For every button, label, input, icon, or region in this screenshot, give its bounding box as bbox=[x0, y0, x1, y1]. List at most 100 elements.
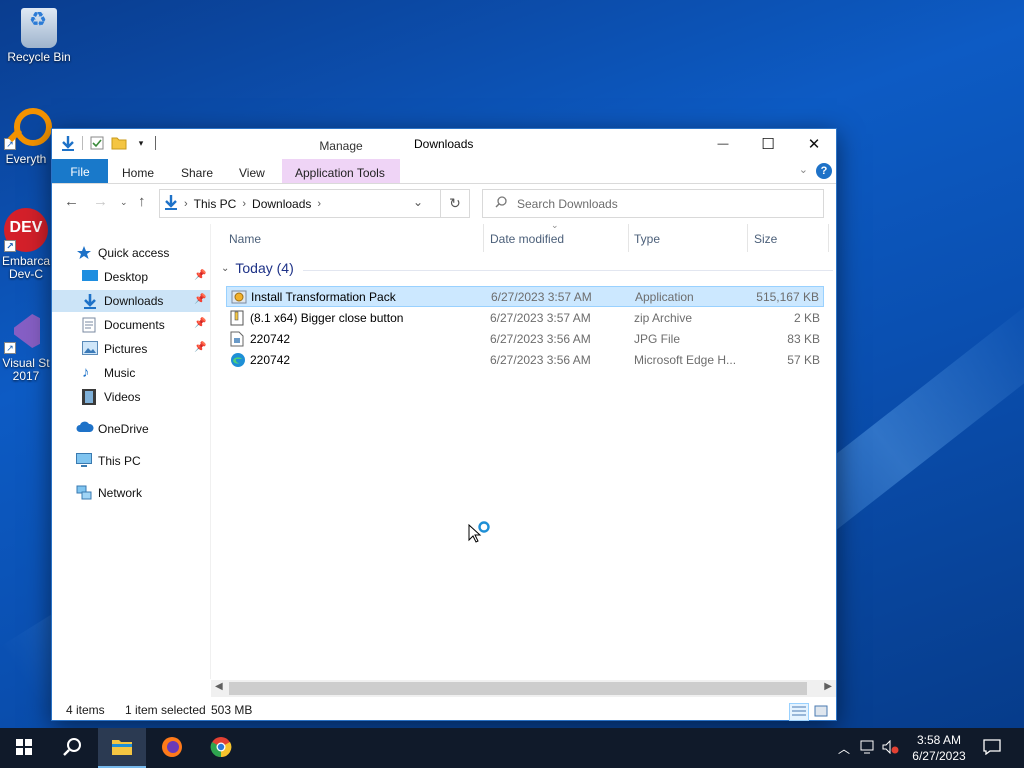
back-arrow-icon[interactable]: ← bbox=[64, 193, 79, 210]
start-button[interactable] bbox=[0, 728, 48, 768]
close-button[interactable]: ✕ bbox=[791, 129, 837, 159]
up-arrow-icon[interactable]: ↑ bbox=[138, 193, 146, 210]
scroll-right-arrow-icon[interactable]: ▶ bbox=[824, 681, 832, 692]
nav-network[interactable]: Network bbox=[76, 482, 142, 504]
action-center-button[interactable] bbox=[980, 728, 1004, 768]
nav-documents[interactable]: Documents bbox=[82, 314, 165, 336]
show-hidden-icons-chevron-icon[interactable]: ︿ bbox=[838, 740, 854, 757]
pin-icon[interactable]: 📌 bbox=[194, 342, 206, 353]
desktop-folder-icon bbox=[82, 269, 98, 285]
nav-music[interactable]: ♪ Music bbox=[82, 362, 135, 384]
volume-muted-icon[interactable] bbox=[882, 739, 904, 757]
taskbar-clock[interactable]: 3:58 AM 6/27/2023 bbox=[908, 732, 970, 764]
expand-ribbon-icon[interactable]: ⌄ bbox=[799, 163, 808, 176]
desktop-icon-visual-studio[interactable]: ↗ Visual St 2017 bbox=[0, 310, 52, 383]
desktop-icon-devc[interactable]: DEV ↗ Embarca Dev-C bbox=[0, 208, 52, 281]
breadcrumb-separator-icon[interactable]: › bbox=[317, 198, 321, 210]
file-date: 6/27/2023 3:56 AM bbox=[490, 353, 591, 367]
nav-label: This PC bbox=[98, 454, 141, 468]
tab-file[interactable]: File bbox=[52, 159, 108, 184]
edge-html-icon bbox=[230, 352, 246, 368]
search-icon bbox=[495, 196, 507, 211]
breadcrumb-this-pc[interactable]: This PC bbox=[194, 197, 237, 211]
breadcrumb-downloads[interactable]: Downloads bbox=[252, 197, 311, 211]
star-icon bbox=[76, 245, 92, 261]
tab-view[interactable]: View bbox=[229, 163, 275, 184]
pin-icon[interactable]: 📌 bbox=[194, 294, 206, 305]
desktop-icon-everything[interactable]: ↗ Everyth bbox=[0, 106, 52, 166]
address-bar[interactable]: › This PC › Downloads › bbox=[159, 189, 441, 218]
documents-icon bbox=[82, 317, 98, 333]
notification-icon bbox=[983, 738, 1001, 758]
minimize-button[interactable]: — bbox=[700, 129, 746, 159]
large-icons-view-icon[interactable] bbox=[811, 703, 831, 721]
column-header-date-modified[interactable]: Date modified bbox=[490, 232, 564, 246]
new-folder-icon[interactable] bbox=[111, 135, 127, 151]
horizontal-scrollbar[interactable]: ◀ ▶ bbox=[211, 680, 836, 697]
system-tray: ︿ bbox=[838, 728, 904, 768]
details-view-icon[interactable] bbox=[789, 703, 809, 721]
clock-date: 6/27/2023 bbox=[912, 749, 966, 763]
collapse-chevron-icon[interactable]: ⌄ bbox=[221, 263, 229, 274]
search-button[interactable] bbox=[48, 728, 96, 768]
file-size: 83 KB bbox=[787, 332, 820, 346]
refresh-icon[interactable]: ↻ bbox=[441, 189, 470, 218]
recent-locations-chevron-icon[interactable]: ⌄ bbox=[120, 197, 128, 208]
breadcrumb-separator-icon[interactable]: › bbox=[242, 198, 246, 210]
file-row[interactable]: 220742 6/27/2023 3:56 AM JPG File 83 KB bbox=[226, 329, 824, 350]
taskbar-file-explorer[interactable] bbox=[98, 728, 146, 768]
tab-home[interactable]: Home bbox=[112, 163, 164, 184]
nav-quick-access[interactable]: Quick access bbox=[76, 242, 169, 264]
file-list: Name Date modified ⌄ Type Size ⌄ Today (… bbox=[211, 220, 836, 684]
scroll-left-arrow-icon[interactable]: ◀ bbox=[215, 681, 223, 692]
group-header[interactable]: ⌄ Today (4) bbox=[221, 260, 294, 276]
manage-contextual-tab[interactable]: Manage bbox=[282, 139, 400, 153]
forward-arrow-icon[interactable]: → bbox=[93, 193, 108, 210]
file-name: Install Transformation Pack bbox=[251, 290, 396, 304]
file-type: Application bbox=[635, 290, 694, 304]
properties-icon[interactable] bbox=[89, 135, 105, 151]
nav-this-pc[interactable]: This PC bbox=[76, 450, 141, 472]
desktop-icon-label: Recycle Bin bbox=[7, 50, 71, 64]
nav-label: Quick access bbox=[98, 246, 170, 260]
nav-videos[interactable]: Videos bbox=[82, 386, 140, 408]
taskbar-chrome[interactable] bbox=[197, 728, 245, 768]
nav-desktop[interactable]: Desktop bbox=[82, 266, 204, 288]
toolbar-separator bbox=[82, 136, 83, 150]
column-header-type[interactable]: Type bbox=[634, 232, 660, 246]
column-divider[interactable] bbox=[828, 224, 829, 252]
toolbar-separator bbox=[155, 136, 156, 150]
nav-downloads[interactable]: Downloads bbox=[52, 290, 210, 312]
maximize-button[interactable]: ☐ bbox=[745, 129, 791, 159]
tab-application-tools[interactable]: Application Tools bbox=[285, 163, 395, 184]
scrollbar-thumb[interactable] bbox=[229, 682, 807, 695]
file-date: 6/27/2023 3:57 AM bbox=[491, 290, 592, 304]
nav-pictures[interactable]: Pictures bbox=[82, 338, 147, 360]
column-header-name[interactable]: Name bbox=[229, 232, 261, 246]
file-row[interactable]: Install Transformation Pack 6/27/2023 3:… bbox=[226, 286, 824, 307]
file-row[interactable]: 220742 6/27/2023 3:56 AM Microsoft Edge … bbox=[226, 350, 824, 371]
nav-onedrive[interactable]: OneDrive bbox=[76, 418, 149, 440]
busy-cursor-icon bbox=[468, 521, 492, 545]
column-divider[interactable] bbox=[628, 224, 629, 252]
network-status-icon[interactable] bbox=[860, 740, 882, 757]
address-history-chevron-icon[interactable]: ⌄ bbox=[413, 195, 423, 209]
help-icon[interactable]: ? bbox=[816, 163, 832, 179]
search-box[interactable]: Search Downloads bbox=[482, 189, 824, 218]
desktop-icon-recycle-bin[interactable]: Recycle Bin bbox=[0, 8, 78, 64]
title-bar[interactable]: ▾ Manage Downloads — ☐ ✕ bbox=[52, 129, 836, 159]
pin-icon[interactable]: 📌 bbox=[194, 270, 206, 281]
search-input[interactable]: Search Downloads bbox=[517, 197, 618, 211]
tab-share[interactable]: Share bbox=[171, 163, 223, 184]
column-divider[interactable] bbox=[483, 224, 484, 252]
breadcrumb-separator-icon[interactable]: › bbox=[184, 198, 188, 210]
column-header-size[interactable]: Size bbox=[754, 232, 777, 246]
file-date: 6/27/2023 3:57 AM bbox=[490, 311, 591, 325]
column-divider[interactable] bbox=[747, 224, 748, 252]
file-row[interactable]: (8.1 x64) Bigger close button 6/27/2023 … bbox=[226, 308, 824, 329]
pin-icon[interactable]: 📌 bbox=[194, 318, 206, 329]
taskbar-firefox[interactable] bbox=[148, 728, 196, 768]
ribbon-divider bbox=[52, 183, 836, 184]
customize-toolbar-icon[interactable]: ▾ bbox=[133, 135, 149, 151]
address-row: ← → ⌄ ↑ › This PC › Downloads › ⌄ ↻ Sear… bbox=[52, 187, 836, 219]
